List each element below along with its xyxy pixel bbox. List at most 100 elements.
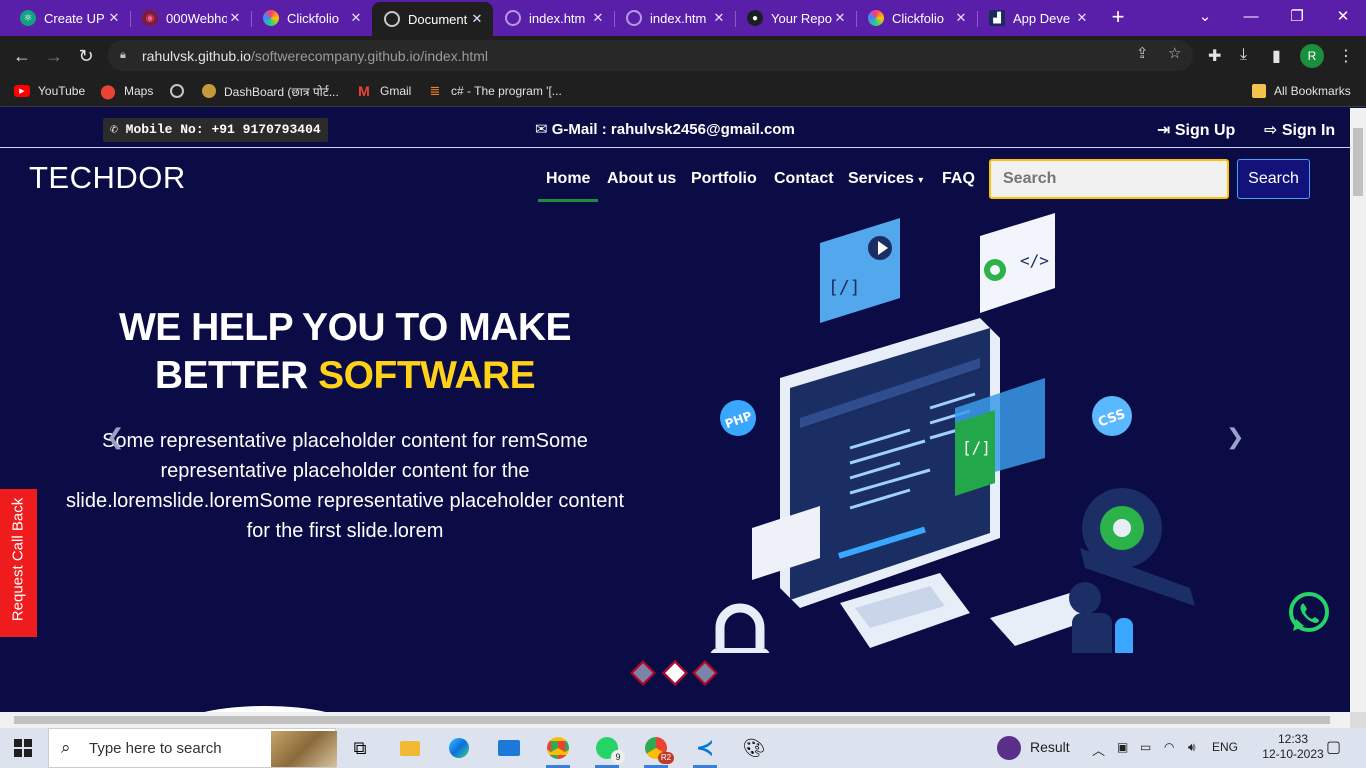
- scroll-thumb[interactable]: [14, 716, 1330, 724]
- menu-icon[interactable]: ⋮: [1338, 46, 1354, 66]
- carousel-indicator-2[interactable]: [662, 660, 688, 686]
- task-view-icon[interactable]: ⧉: [346, 734, 374, 762]
- search-button[interactable]: Search: [1237, 159, 1310, 199]
- profile-badge: R2: [658, 752, 674, 764]
- windows-start-icon[interactable]: [14, 739, 32, 757]
- vertical-scrollbar[interactable]: [1350, 108, 1366, 712]
- request-callback-button[interactable]: Request Call Back: [0, 489, 37, 637]
- chrome-profile-icon[interactable]: R2: [642, 734, 674, 768]
- language-indicator[interactable]: ENG: [1212, 740, 1238, 754]
- stackoverflow-icon: ≣: [429, 83, 441, 98]
- download-icon[interactable]: ⤓: [1240, 46, 1247, 64]
- tab-github-repo[interactable]: ● Your Repo ✕: [735, 3, 857, 33]
- clickfolio-icon: [263, 10, 279, 26]
- taskbar-search[interactable]: ⌕ Type here to search: [48, 728, 337, 768]
- tab-000webhost[interactable]: ◉ 000Webho ✕: [130, 3, 252, 33]
- tab-index-1[interactable]: index.htm ✕: [493, 3, 615, 33]
- reload-button[interactable]: ↻: [72, 42, 100, 70]
- youtube-icon: ▶: [14, 85, 30, 97]
- caret-down-icon: ▾: [918, 175, 924, 186]
- close-icon[interactable]: ✕: [469, 11, 485, 27]
- mail-icon[interactable]: [495, 734, 523, 762]
- horizontal-scrollbar[interactable]: [0, 712, 1350, 728]
- dashboard-icon: [202, 84, 216, 98]
- notifications-icon[interactable]: ▢: [1326, 737, 1341, 757]
- close-icon[interactable]: ✕: [227, 10, 243, 26]
- new-tab-button[interactable]: +: [1104, 5, 1132, 31]
- bookmark-dashboard[interactable]: DashBoard (छात्र पोर्ट...: [202, 82, 339, 100]
- result-label[interactable]: Result: [1030, 739, 1070, 755]
- paint-icon[interactable]: 🎨︎: [740, 734, 768, 762]
- nav-contact[interactable]: Contact: [774, 170, 834, 188]
- tab-clickfolio[interactable]: Clickfolio ✕: [251, 3, 372, 33]
- restore-button[interactable]: ❐: [1274, 0, 1320, 32]
- close-icon[interactable]: ✕: [106, 10, 122, 26]
- carousel-indicator-3[interactable]: [692, 660, 718, 686]
- tab-document[interactable]: Document ✕: [372, 2, 493, 36]
- bookmark-maps[interactable]: ⬤ Maps: [100, 82, 153, 100]
- nav-portfolio[interactable]: Portfolio: [691, 170, 757, 188]
- carousel-prev-icon[interactable]: ❮: [106, 424, 124, 450]
- back-button[interactable]: ←: [8, 42, 36, 70]
- search-icon: ⌕: [61, 738, 71, 757]
- tab-search-icon[interactable]: ⌄: [1182, 0, 1228, 32]
- whatsapp-taskbar-icon[interactable]: 9: [593, 734, 625, 768]
- close-icon[interactable]: ✕: [348, 10, 364, 26]
- close-icon[interactable]: ✕: [590, 10, 606, 26]
- tab-app-dev[interactable]: ▟ App Deve ✕: [977, 3, 1098, 33]
- bookmark-globe[interactable]: [170, 82, 192, 100]
- envelope-icon: ✉: [535, 121, 552, 138]
- chrome-icon[interactable]: [544, 734, 572, 768]
- tab-label: index.htm: [650, 10, 707, 26]
- bookmark-star-icon[interactable]: ☆: [1168, 44, 1181, 62]
- extensions-icon[interactable]: ✚: [1208, 46, 1221, 66]
- profile-avatar[interactable]: R: [1300, 44, 1324, 68]
- globe-icon: [170, 84, 184, 98]
- side-panel-icon[interactable]: ▮: [1272, 46, 1281, 66]
- close-icon[interactable]: ✕: [711, 10, 727, 26]
- nav-services[interactable]: Services ▾: [848, 170, 923, 188]
- carousel-indicator-1[interactable]: [630, 660, 656, 686]
- tab-clickfolio-2[interactable]: Clickfolio ✕: [856, 3, 978, 33]
- browser-tab-strip: ⚛ Create UP ✕ ◉ 000Webho ✕ Clickfolio ✕ …: [0, 0, 1366, 36]
- windows-taskbar: ⌕ Type here to search ⧉ 9 R2 ≺ 🎨︎ Result…: [0, 728, 1366, 768]
- bookmark-stackoverflow[interactable]: ≣ c# - The program '[...: [427, 82, 562, 100]
- nav-faq[interactable]: FAQ: [942, 170, 975, 188]
- scroll-thumb[interactable]: [1353, 128, 1363, 196]
- all-bookmarks[interactable]: All Bookmarks: [1252, 82, 1351, 100]
- volume-icon[interactable]: 🔊︎: [1188, 740, 1196, 755]
- close-icon[interactable]: ✕: [1074, 10, 1090, 26]
- nav-home[interactable]: Home: [537, 170, 599, 202]
- battery-icon[interactable]: ▭: [1140, 740, 1151, 754]
- minimize-button[interactable]: —: [1228, 0, 1274, 32]
- site-logo[interactable]: TECHDOR: [29, 160, 186, 196]
- close-icon[interactable]: ✕: [832, 10, 848, 26]
- edge-icon[interactable]: [445, 734, 473, 762]
- signup-link[interactable]: ⇥ Sign Up: [1157, 120, 1235, 140]
- carousel-next-icon[interactable]: ❯: [1226, 424, 1244, 450]
- system-clock[interactable]: 12:33 12-10-2023: [1262, 732, 1324, 762]
- url-text[interactable]: rahulvsk.github.io/softwerecompany.githu…: [142, 48, 488, 64]
- result-icon[interactable]: [997, 736, 1021, 760]
- tray-chevron-icon[interactable]: ︿: [1092, 740, 1105, 759]
- forward-button[interactable]: →: [40, 42, 68, 70]
- close-icon[interactable]: ✕: [953, 10, 969, 26]
- bookmark-youtube[interactable]: ▶ YouTube: [14, 82, 85, 100]
- signin-link[interactable]: ⇨ Sign In: [1264, 120, 1335, 140]
- tab-create-up[interactable]: ⚛ Create UP ✕: [8, 3, 131, 33]
- search-input[interactable]: [989, 159, 1229, 199]
- file-explorer-icon[interactable]: [396, 734, 424, 762]
- lock-icon[interactable]: 🔒︎: [120, 49, 134, 63]
- network-device-icon[interactable]: ▣: [1117, 740, 1128, 754]
- share-icon[interactable]: ⇪: [1136, 44, 1149, 62]
- address-bar[interactable]: 🔒︎ rahulvsk.github.io/softwerecompany.gi…: [108, 40, 1193, 71]
- chatgpt-icon: ⚛: [20, 10, 36, 26]
- mobile-number: ✆ Mobile No: +91 9170793404: [103, 118, 328, 142]
- close-window-button[interactable]: ✕: [1320, 0, 1366, 32]
- wifi-icon[interactable]: ◠: [1164, 740, 1174, 754]
- nav-about[interactable]: About us: [607, 170, 676, 188]
- whatsapp-icon[interactable]: [1287, 590, 1331, 634]
- vscode-icon[interactable]: ≺: [691, 734, 719, 768]
- tab-index-2[interactable]: index.htm ✕: [614, 3, 736, 33]
- bookmark-gmail[interactable]: M Gmail: [356, 82, 411, 100]
